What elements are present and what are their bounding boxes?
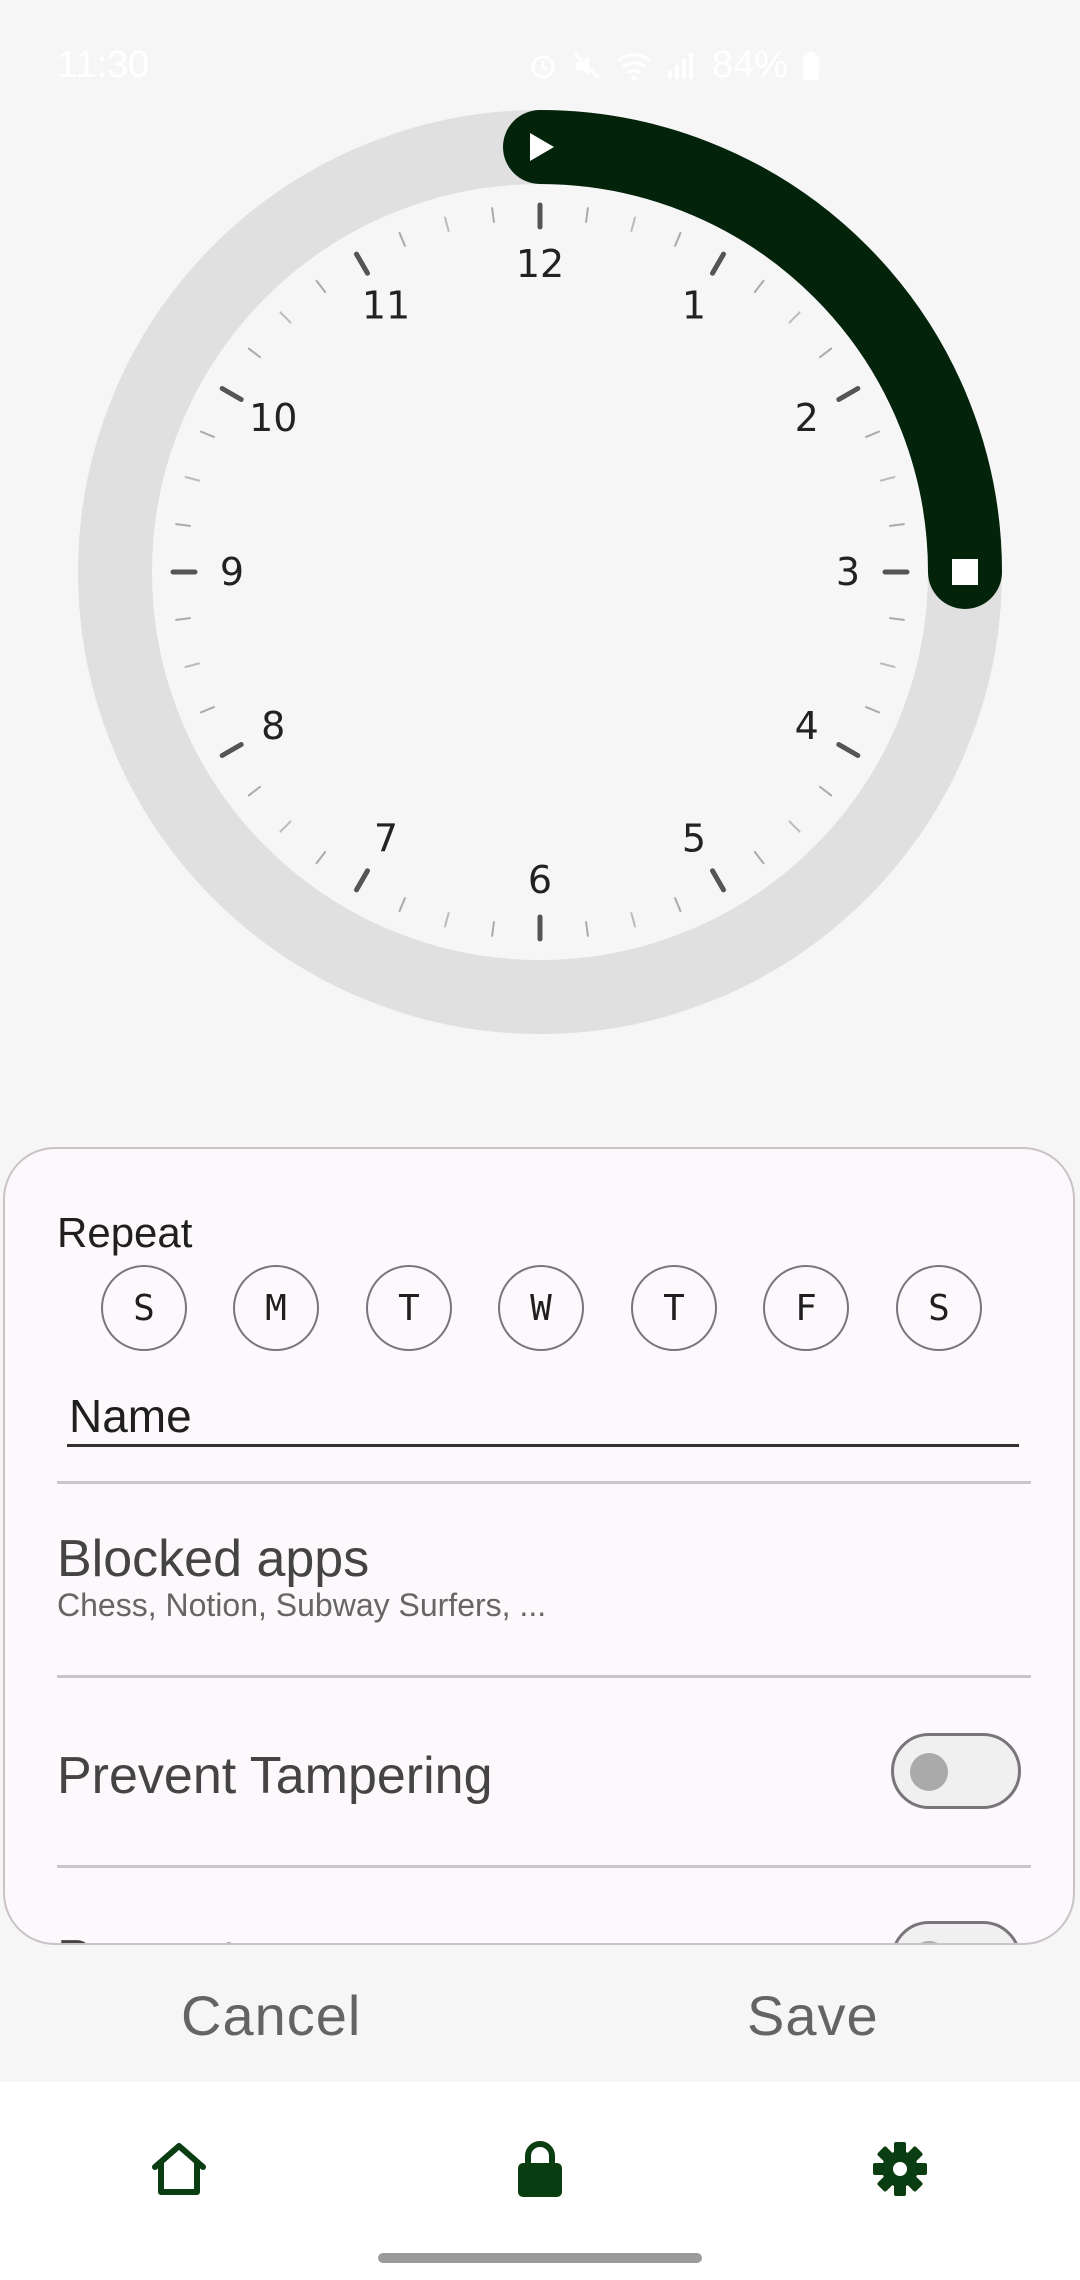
- hour-tick: [219, 386, 244, 402]
- minute-tick: [888, 523, 905, 527]
- day-sunday[interactable]: S: [101, 1265, 187, 1351]
- clock-number: 8: [261, 704, 285, 748]
- hour-tick: [219, 742, 244, 758]
- stop-icon: [952, 559, 978, 585]
- minute-tick: [630, 216, 636, 233]
- hour-tick: [710, 251, 726, 276]
- partial-row-title: Prevent ...: [57, 1929, 294, 1943]
- clock-number: 11: [362, 283, 410, 327]
- minute-tick: [753, 279, 765, 293]
- day-tuesday[interactable]: T: [366, 1265, 452, 1351]
- minute-tick: [674, 897, 682, 913]
- minute-tick: [865, 706, 881, 714]
- minute-tick: [175, 523, 192, 527]
- minute-tick: [315, 851, 327, 865]
- blocked-apps-title: Blocked apps: [57, 1530, 370, 1588]
- minute-tick: [444, 216, 450, 233]
- minute-tick: [674, 231, 682, 247]
- minute-tick: [398, 231, 406, 247]
- clock-number: 12: [516, 242, 564, 286]
- schedule-name-input[interactable]: [67, 1387, 1019, 1447]
- bottom-nav: [0, 2082, 1080, 2280]
- hour-tick: [836, 742, 861, 758]
- blocked-apps-subtitle: Chess, Notion, Subway Surfers, ...: [57, 1587, 547, 1623]
- minute-tick: [398, 897, 406, 913]
- minute-tick: [865, 430, 881, 438]
- minute-tick: [199, 706, 215, 714]
- clock-number: 7: [374, 817, 398, 861]
- minute-tick: [585, 207, 589, 224]
- day-monday[interactable]: M: [233, 1265, 319, 1351]
- clock-number: 2: [795, 396, 819, 440]
- minute-tick: [585, 920, 589, 937]
- nav-settings[interactable]: [860, 2134, 940, 2204]
- minute-tick: [491, 207, 495, 224]
- prevent-tampering-title: Prevent Tampering: [57, 1747, 493, 1805]
- minute-tick: [879, 662, 896, 668]
- clock-ticks: [170, 202, 910, 942]
- clock-number: 5: [682, 817, 706, 861]
- clock-number: 3: [836, 550, 860, 594]
- minute-tick: [630, 911, 636, 928]
- day-wednesday[interactable]: W: [498, 1265, 584, 1351]
- repeat-days: S M T W T F S: [5, 1265, 1073, 1355]
- home-indicator: [378, 2253, 702, 2263]
- minute-tick: [247, 785, 261, 797]
- minute-tick: [444, 911, 450, 928]
- minute-tick: [888, 617, 905, 621]
- divider: [57, 1481, 1031, 1484]
- clock-numbers: 121234567891011: [220, 242, 860, 902]
- schedule-arc[interactable]: [503, 110, 1002, 609]
- gear-icon: [873, 2142, 927, 2196]
- clock-number: 6: [528, 858, 552, 902]
- hour-tick: [710, 868, 726, 893]
- minute-tick: [184, 662, 201, 668]
- end-handle[interactable]: [952, 559, 978, 585]
- action-bar: Cancel Save: [0, 1945, 1080, 2080]
- day-friday[interactable]: F: [763, 1265, 849, 1351]
- toggle-knob: [910, 1753, 948, 1791]
- nav-home[interactable]: [139, 2134, 219, 2204]
- minute-tick: [788, 820, 801, 833]
- minute-tick: [788, 311, 801, 324]
- save-button[interactable]: Save: [747, 1983, 879, 2048]
- cancel-button[interactable]: Cancel: [181, 1983, 361, 2048]
- divider: [57, 1675, 1031, 1678]
- prevent-tampering-toggle[interactable]: [891, 1733, 1021, 1809]
- nav-lock[interactable]: [500, 2134, 580, 2204]
- day-thursday[interactable]: T: [631, 1265, 717, 1351]
- minute-tick: [819, 785, 833, 797]
- clock-number: 4: [795, 704, 819, 748]
- minute-tick: [279, 311, 292, 324]
- minute-tick: [819, 347, 833, 359]
- minute-tick: [175, 617, 192, 621]
- minute-tick: [184, 476, 201, 482]
- hour-tick: [836, 386, 861, 402]
- repeat-label: Repeat: [57, 1209, 193, 1256]
- minute-tick: [247, 347, 261, 359]
- minute-tick: [279, 820, 292, 833]
- hour-tick: [354, 251, 370, 276]
- day-saturday[interactable]: S: [896, 1265, 982, 1351]
- minute-tick: [753, 851, 765, 865]
- schedule-sheet: Repeat S M T W T F S Blocked apps Chess,…: [3, 1147, 1075, 1945]
- home-icon: [152, 2143, 206, 2195]
- divider: [57, 1865, 1031, 1868]
- clock-number: 1: [682, 283, 706, 327]
- partial-row-toggle[interactable]: [891, 1921, 1021, 1943]
- clock-number: 10: [249, 396, 297, 440]
- minute-tick: [491, 920, 495, 937]
- clock-number: 9: [220, 550, 244, 594]
- hour-tick: [354, 868, 370, 893]
- lock-icon: [518, 2141, 562, 2197]
- minute-tick: [199, 430, 215, 438]
- schedule-clock[interactable]: 121234567891011: [0, 0, 1080, 1120]
- minute-tick: [315, 279, 327, 293]
- minute-tick: [879, 476, 896, 482]
